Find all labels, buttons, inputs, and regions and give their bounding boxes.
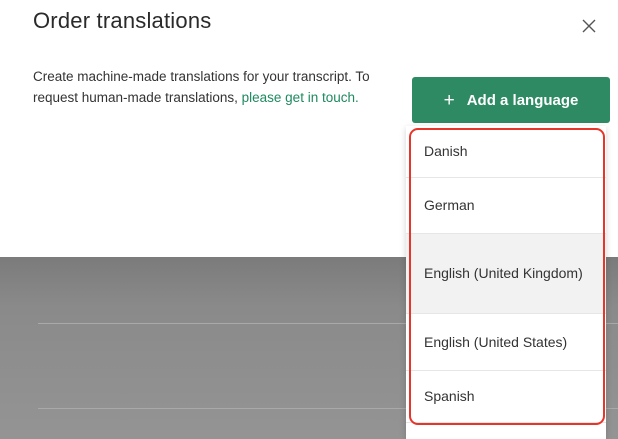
language-option-label: English (United Kingdom) [424,265,583,281]
description-text: Create machine-made translations for you… [33,66,393,108]
modal-title: Order translations [33,8,212,33]
language-option-german[interactable]: German [406,178,606,234]
add-language-label: Add a language [466,91,579,109]
language-option-english-us[interactable]: English (United States) [406,314,606,371]
contact-link[interactable]: please get in touch. [242,90,359,105]
language-option-label: Spanish [424,388,475,404]
plus-icon: + [443,89,455,111]
language-dropdown: Danish German English (United Kingdom) E… [406,126,606,439]
language-option-spanish[interactable]: Spanish [406,371,606,423]
language-option-english-uk[interactable]: English (United Kingdom) [406,234,606,314]
close-icon [582,19,596,33]
language-option-label: Danish [424,143,468,159]
language-option-label: English (United States) [424,333,568,350]
add-language-button[interactable]: + Add a language [412,77,610,123]
close-button[interactable] [575,12,603,40]
language-option-label: German [424,197,475,213]
language-option-danish[interactable]: Danish [406,126,606,178]
